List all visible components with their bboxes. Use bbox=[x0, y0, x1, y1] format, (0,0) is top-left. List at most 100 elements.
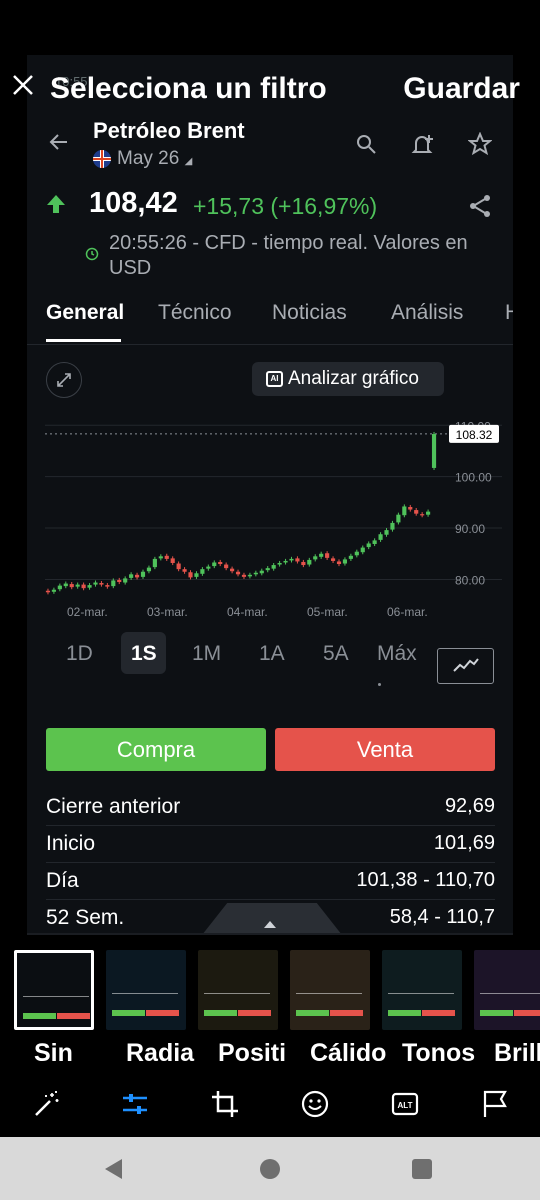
stat-row-previous-close: Cierre anterior 92,69 bbox=[46, 789, 495, 826]
candle-body bbox=[206, 566, 211, 569]
candle-body bbox=[117, 579, 122, 583]
candle-body bbox=[69, 584, 74, 588]
alt-text-icon[interactable]: ALT bbox=[390, 1089, 420, 1119]
up-arrow-icon bbox=[47, 195, 65, 213]
caret-icon: ◢ bbox=[184, 156, 193, 167]
stat-row-day-range: Día 101,38 - 110,70 bbox=[46, 863, 495, 900]
app-screenshot-preview: Petróleo Brent May 26 ◢ 108,42 +15,73 (+… bbox=[27, 55, 513, 935]
candle-body bbox=[348, 555, 353, 559]
stat-row-open: Inicio 101,69 bbox=[46, 826, 495, 863]
svg-text:ALT: ALT bbox=[398, 1101, 413, 1110]
contract-month: May 26 bbox=[117, 148, 180, 169]
active-tab-indicator bbox=[46, 339, 121, 342]
chart-type-button[interactable] bbox=[437, 648, 494, 684]
filter-thumbnail-6[interactable] bbox=[474, 950, 540, 1030]
share-icon[interactable] bbox=[467, 193, 493, 219]
candle-body bbox=[230, 568, 235, 572]
stat-label: Cierre anterior bbox=[46, 795, 181, 818]
add-alert-icon[interactable] bbox=[410, 132, 436, 158]
candle-body bbox=[360, 547, 365, 553]
filter-name: Cálido bbox=[310, 1039, 387, 1067]
candle-body bbox=[111, 580, 116, 587]
candle-body bbox=[51, 589, 56, 592]
magic-wand-icon[interactable] bbox=[32, 1089, 62, 1119]
close-icon[interactable] bbox=[8, 70, 38, 100]
filter-thumbnail-4[interactable] bbox=[290, 950, 370, 1030]
candle-body bbox=[336, 561, 342, 565]
period-1a[interactable]: 1A bbox=[259, 642, 285, 666]
candle-body bbox=[259, 570, 264, 574]
app-bottom-divider bbox=[27, 933, 513, 935]
candle-body bbox=[105, 585, 110, 587]
contract-month-selector[interactable]: May 26 ◢ bbox=[117, 148, 192, 170]
more-indicator bbox=[378, 683, 381, 686]
nav-recents-icon[interactable] bbox=[412, 1159, 432, 1179]
price-chart[interactable]: 80.0090.00100.00110.00108.3202-mar.03-ma… bbox=[27, 410, 513, 620]
candle-body bbox=[247, 574, 252, 577]
search-icon[interactable] bbox=[354, 132, 378, 156]
filter-name: Sin bbox=[34, 1039, 73, 1067]
emoji-icon[interactable] bbox=[300, 1089, 330, 1119]
candle-body bbox=[301, 561, 306, 566]
price-change: +15,73 (+16,97%) bbox=[193, 193, 378, 219]
candle-body bbox=[146, 567, 152, 572]
crop-icon[interactable] bbox=[210, 1089, 240, 1119]
period-1d[interactable]: 1D bbox=[66, 642, 93, 666]
period-5a[interactable]: 5A bbox=[323, 642, 349, 666]
candle-body bbox=[129, 574, 134, 578]
candle-body bbox=[426, 511, 431, 515]
sell-button[interactable]: Venta bbox=[275, 728, 495, 771]
period-max[interactable]: Máx bbox=[377, 642, 417, 666]
buy-button[interactable]: Compra bbox=[46, 728, 266, 771]
adjust-sliders-icon[interactable] bbox=[120, 1089, 150, 1119]
back-arrow-icon[interactable] bbox=[47, 130, 71, 154]
nav-back-icon[interactable] bbox=[105, 1159, 122, 1179]
instrument-name: Petróleo Brent bbox=[93, 118, 245, 143]
candle-body bbox=[366, 543, 371, 548]
x-tick-label: 06-mar. bbox=[387, 605, 428, 619]
nav-home-icon[interactable] bbox=[260, 1159, 280, 1179]
candle-body bbox=[241, 574, 247, 577]
period-1s[interactable]: 1S bbox=[131, 642, 157, 666]
star-icon[interactable] bbox=[468, 132, 492, 156]
expand-chart-button[interactable] bbox=[46, 362, 82, 398]
tab-noticias[interactable]: Noticias bbox=[272, 301, 347, 325]
filter-name: Radia bbox=[126, 1039, 195, 1067]
candle-body bbox=[218, 561, 223, 565]
period-1m[interactable]: 1M bbox=[192, 642, 221, 666]
filter-thumbnail-5[interactable] bbox=[382, 950, 462, 1030]
tab-analisis[interactable]: Análisis bbox=[391, 301, 463, 325]
filter-thumbnail-1[interactable] bbox=[14, 950, 94, 1030]
stat-label: Inicio bbox=[46, 832, 96, 855]
x-tick-label: 04-mar. bbox=[227, 605, 268, 619]
editor-toolbar: ALT bbox=[0, 1075, 540, 1137]
tab-general[interactable]: General bbox=[46, 301, 124, 325]
analyze-chart-button[interactable]: AI Analizar gráfico bbox=[252, 362, 444, 396]
candle-body bbox=[194, 573, 199, 577]
stat-value: 101,69 bbox=[433, 832, 495, 854]
filter-name: Brillo bbox=[494, 1039, 540, 1067]
candle-body bbox=[188, 572, 193, 578]
save-button[interactable]: Guardar bbox=[403, 72, 520, 106]
system-navigation-bar bbox=[0, 1137, 540, 1200]
stat-value: 101,38 - 110,70 bbox=[356, 869, 495, 891]
filter-thumbnail-3[interactable] bbox=[198, 950, 278, 1030]
candle-body bbox=[152, 558, 157, 568]
candle-body bbox=[164, 555, 169, 559]
candle-body bbox=[81, 584, 86, 589]
candle-body bbox=[390, 522, 395, 530]
candle-body bbox=[235, 571, 241, 575]
candle-body bbox=[319, 553, 324, 557]
candle-body bbox=[123, 578, 128, 583]
filter-thumbnail-2[interactable] bbox=[106, 950, 186, 1030]
x-tick-label: 05-mar. bbox=[307, 605, 348, 619]
flag-icon[interactable] bbox=[480, 1089, 510, 1119]
filter-strip: Sin Radia Positi Cálido Tonos Brillo bbox=[0, 945, 540, 1075]
candle-body bbox=[325, 553, 330, 558]
candle-body bbox=[384, 530, 389, 535]
line-chart-icon bbox=[453, 658, 479, 672]
tab-tecnico[interactable]: Técnico bbox=[158, 301, 232, 325]
clock-icon bbox=[85, 247, 99, 261]
tab-historico[interactable]: H bbox=[505, 301, 513, 325]
expand-icon bbox=[57, 373, 71, 387]
